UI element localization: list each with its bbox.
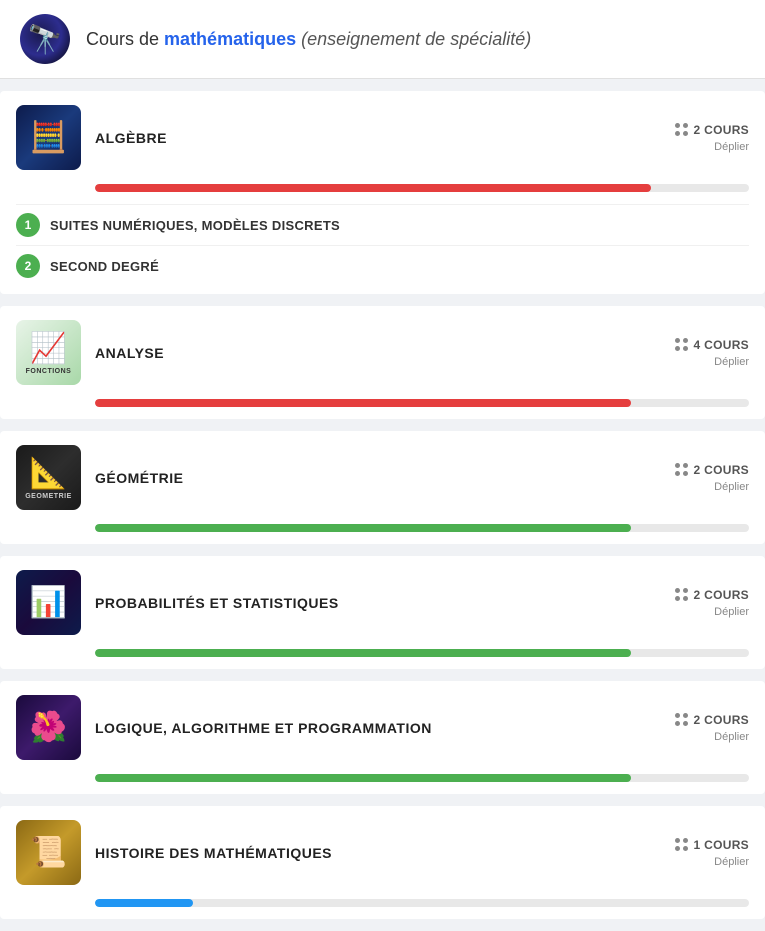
avatar: 🔭 [20,14,70,64]
title-prefix: Cours de [86,29,164,49]
dots-icon-histoire [675,838,689,852]
section-meta-proba: 2 COURS Déplier [659,588,749,618]
section-title-algo: LOGIQUE, ALGORITHME ET PROGRAMMATION [95,720,645,736]
progress-container-algo [0,774,765,794]
dots-icon-geometrie [675,463,689,477]
deplier-button-geometrie[interactable]: Déplier [714,481,749,493]
section-icon-algo: 🌺 [16,695,81,760]
title-highlight: mathématiques [164,29,296,49]
list-item[interactable]: 2 SECOND DEGRÉ [16,245,749,286]
section-header-proba[interactable]: 📊 PROBABILITÉS ET STATISTIQUES 2 COURS Dépl… [0,556,765,649]
section-meta-algebre: 2 COURS Déplier [659,123,749,153]
section-meta-geometrie: 2 COURS Déplier [659,463,749,493]
section-header-geometrie[interactable]: 📐 GEOMETRIE GÉOMÉTRIE 2 COURS Déplier [0,431,765,524]
progress-bar-bg-histoire [95,899,749,907]
sections-container: 🧮 ALGÈBRE 2 COURS Déplier 1 SUITES NUMÉRIQUES… [0,91,765,919]
sub-items-algebre: 1 SUITES NUMÉRIQUES, MODÈLES DISCRETS 2 SEC… [0,204,765,294]
section-card-algo: 🌺 LOGIQUE, ALGORITHME ET PROGRAMMATION 2 C… [0,681,765,794]
progress-container-histoire [0,899,765,919]
section-emoji-proba: 📊 [30,585,67,620]
progress-bar-fill-algebre [95,184,651,192]
section-emoji-geometrie: 📐 [30,456,67,491]
deplier-button-analyse[interactable]: Déplier [714,356,749,368]
dots-icon-proba [675,588,689,602]
section-icon-algebre: 🧮 [16,105,81,170]
sub-item-label-2: SECOND DEGRÉ [50,259,159,274]
progress-bar-fill-histoire [95,899,193,907]
cours-count-label-proba: 2 COURS [694,588,749,602]
deplier-button-algo[interactable]: Déplier [714,731,749,743]
section-icon-geometrie: 📐 GEOMETRIE [16,445,81,510]
progress-bar-bg-algo [95,774,749,782]
deplier-button-proba[interactable]: Déplier [714,606,749,618]
section-icon-proba: 📊 [16,570,81,635]
sub-item-badge-1: 1 [16,213,40,237]
page-header: 🔭 Cours de mathématiques (enseignement d… [0,0,765,79]
page-title: Cours de mathématiques (enseignement de … [86,29,531,50]
section-header-algo[interactable]: 🌺 LOGIQUE, ALGORITHME ET PROGRAMMATION 2 C… [0,681,765,774]
progress-bar-bg-algebre [95,184,749,192]
section-title-histoire: HISTOIRE DES MATHÉMATIQUES [95,845,645,861]
section-title-algebre: ALGÈBRE [95,130,645,146]
section-meta-algo: 2 COURS Déplier [659,713,749,743]
progress-bar-bg-analyse [95,399,749,407]
progress-bar-bg-geometrie [95,524,749,532]
progress-container-analyse [0,399,765,419]
cours-count-proba: 2 COURS [675,588,749,602]
cours-count-geometrie: 2 COURS [675,463,749,477]
section-emoji-histoire: 📜 [30,835,67,870]
section-title-analyse: ANALYSE [95,345,645,361]
cours-count-algebre: 2 COURS [675,123,749,137]
dots-icon-analyse [675,338,689,352]
section-card-proba: 📊 PROBABILITÉS ET STATISTIQUES 2 COURS Dépl… [0,556,765,669]
section-meta-analyse: 4 COURS Déplier [659,338,749,368]
section-card-geometrie: 📐 GEOMETRIE GÉOMÉTRIE 2 COURS Déplier [0,431,765,544]
section-title-geometrie: GÉOMÉTRIE [95,470,645,486]
dots-icon-algo [675,713,689,727]
progress-bar-fill-algo [95,774,631,782]
cours-count-algo: 2 COURS [675,713,749,727]
section-header-algebre[interactable]: 🧮 ALGÈBRE 2 COURS Déplier [0,91,765,184]
progress-bar-bg-proba [95,649,749,657]
deplier-button-histoire[interactable]: Déplier [714,856,749,868]
section-emoji-analyse: 📈 [30,331,67,366]
section-icon-analyse: 📈 FONCTIONS [16,320,81,385]
progress-bar-fill-geometrie [95,524,631,532]
cours-count-histoire: 1 COURS [675,838,749,852]
section-card-algebre: 🧮 ALGÈBRE 2 COURS Déplier 1 SUITES NUMÉRIQUES… [0,91,765,294]
cours-count-label-histoire: 1 COURS [694,838,749,852]
progress-container-algebre [0,184,765,204]
deplier-button-algebre[interactable]: Déplier [714,141,749,153]
sub-item-label-1: SUITES NUMÉRIQUES, MODÈLES DISCRETS [50,218,340,233]
section-meta-histoire: 1 COURS Déplier [659,838,749,868]
cours-count-label-analyse: 4 COURS [694,338,749,352]
section-card-histoire: 📜 HISTOIRE DES MATHÉMATIQUES 1 COURS Déplie… [0,806,765,919]
dots-icon-algebre [675,123,689,137]
section-icon-label-analyse: FONCTIONS [26,368,72,375]
cours-count-analyse: 4 COURS [675,338,749,352]
list-item[interactable]: 1 SUITES NUMÉRIQUES, MODÈLES DISCRETS [16,204,749,245]
progress-bar-fill-analyse [95,399,631,407]
section-card-analyse: 📈 FONCTIONS ANALYSE 4 COURS Déplier [0,306,765,419]
section-icon-label-geometrie: GEOMETRIE [25,493,72,500]
progress-container-proba [0,649,765,669]
section-icon-histoire: 📜 [16,820,81,885]
cours-count-label-algebre: 2 COURS [694,123,749,137]
section-emoji-algebre: 🧮 [30,120,67,155]
section-header-histoire[interactable]: 📜 HISTOIRE DES MATHÉMATIQUES 1 COURS Déplie… [0,806,765,899]
cours-count-label-algo: 2 COURS [694,713,749,727]
cours-count-label-geometrie: 2 COURS [694,463,749,477]
section-title-proba: PROBABILITÉS ET STATISTIQUES [95,595,645,611]
progress-bar-fill-proba [95,649,631,657]
section-emoji-algo: 🌺 [30,710,67,745]
section-header-analyse[interactable]: 📈 FONCTIONS ANALYSE 4 COURS Déplier [0,306,765,399]
title-suffix: (enseignement de spécialité) [296,29,531,49]
progress-container-geometrie [0,524,765,544]
sub-item-badge-2: 2 [16,254,40,278]
